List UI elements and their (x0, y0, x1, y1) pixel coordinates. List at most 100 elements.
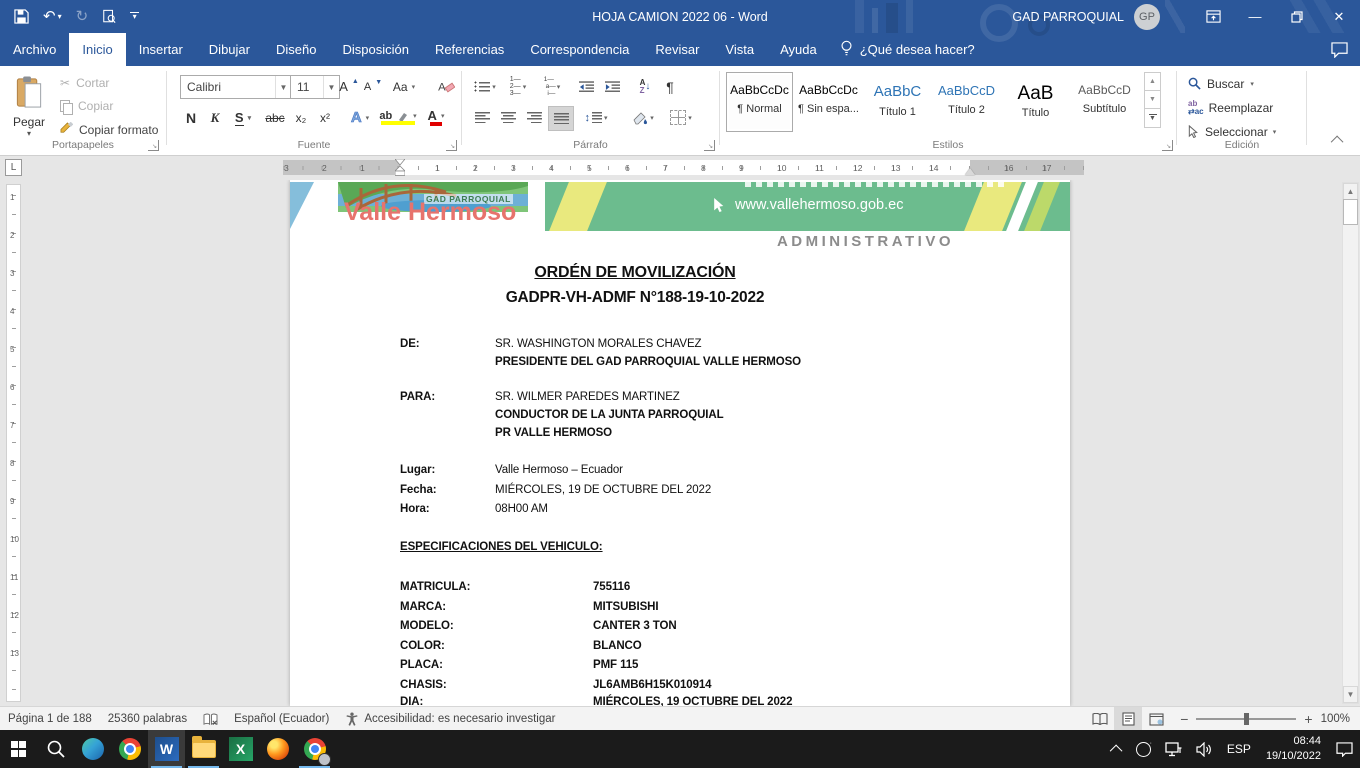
taskbar-search-button[interactable] (37, 730, 74, 768)
taskbar-firefox[interactable] (259, 730, 296, 768)
replace-button[interactable]: ab⇄ac Reemplazar (1188, 96, 1298, 119)
print-preview-icon[interactable] (102, 9, 116, 24)
underline-button[interactable]: S▾ (228, 106, 258, 129)
styles-dialog-launcher[interactable] (1162, 140, 1173, 151)
show-hidden-icons-button[interactable] (1106, 730, 1129, 768)
web-layout-button[interactable] (1142, 707, 1170, 731)
undo-icon[interactable]: ↶▾ (43, 9, 62, 24)
align-center-button[interactable] (496, 106, 520, 129)
tab-inicio[interactable]: Inicio (69, 33, 125, 66)
font-family-combo[interactable]: Calibri▼ (180, 75, 292, 99)
tab-correspondencia[interactable]: Correspondencia (517, 33, 642, 66)
paragraph-dialog-launcher[interactable] (704, 140, 715, 151)
shading-button[interactable]: ▾ (626, 106, 660, 129)
style-card-4[interactable]: AaBbCcDTítulo 2 (933, 72, 1000, 132)
font-family-caret[interactable]: ▼ (275, 76, 291, 98)
customize-qat-icon[interactable]: ▾ (130, 12, 139, 20)
taskbar-word[interactable]: W (148, 730, 185, 768)
highlight-color-button[interactable]: ab ▾ (380, 106, 416, 129)
font-color-button[interactable]: A▾ (420, 106, 452, 129)
vertical-scrollbar[interactable]: ▲ ▼ (1342, 182, 1359, 704)
superscript-button[interactable]: x² (314, 106, 336, 129)
sort-button[interactable]: AZ↓ (632, 75, 658, 98)
accessibility-status[interactable]: Accesibilidad: es necesario investigar (337, 707, 563, 731)
paste-dropdown-caret[interactable]: ▾ (27, 129, 31, 138)
undo-dropdown-caret[interactable]: ▾ (58, 13, 62, 21)
tab-stop-selector[interactable]: L (5, 159, 22, 176)
grow-font-button[interactable]: A▲ (338, 75, 360, 98)
align-right-button[interactable] (522, 106, 546, 129)
clipboard-dialog-launcher[interactable] (148, 140, 159, 151)
zoom-slider[interactable] (1196, 718, 1296, 720)
minimize-button[interactable]: — (1234, 0, 1276, 33)
tab-revisar[interactable]: Revisar (642, 33, 712, 66)
clear-formatting-button[interactable]: A (434, 75, 458, 98)
tab-diseno[interactable]: Diseño (263, 33, 329, 66)
print-layout-button[interactable] (1114, 707, 1142, 731)
tab-vista[interactable]: Vista (712, 33, 767, 66)
right-indent-marker[interactable] (965, 168, 975, 175)
text-effects-button[interactable]: A▾ (344, 106, 376, 129)
align-left-button[interactable] (470, 106, 494, 129)
shrink-font-button[interactable]: A▼ (362, 75, 384, 98)
style-card-6[interactable]: AaBbCcDSubtítulo (1071, 72, 1138, 132)
tab-referencias[interactable]: Referencias (422, 33, 517, 66)
taskbar-file-explorer[interactable] (185, 730, 222, 768)
collapse-ribbon-button[interactable] (1334, 134, 1343, 148)
account-name[interactable]: GAD PARROQUIAL (1012, 10, 1124, 24)
network-icon[interactable] (1158, 730, 1189, 768)
show-marks-button[interactable]: ¶ (658, 75, 682, 98)
taskbar-edge[interactable] (74, 730, 111, 768)
taskbar-chrome[interactable] (111, 730, 148, 768)
borders-button[interactable]: ▾ (664, 106, 698, 129)
font-size-combo[interactable]: 11▼ (290, 75, 340, 99)
font-size-caret[interactable]: ▼ (323, 76, 339, 98)
restore-button[interactable] (1276, 0, 1318, 33)
scrollbar-thumb[interactable] (1343, 199, 1358, 225)
action-center-button[interactable] (1329, 730, 1360, 768)
volume-icon[interactable] (1189, 730, 1220, 768)
language-switcher[interactable]: ESP (1220, 730, 1258, 768)
start-button[interactable] (0, 730, 37, 768)
tray-app-icon[interactable]: · (1129, 730, 1158, 768)
style-card-1[interactable]: AaBbCcDc¶ Normal (726, 72, 793, 132)
styles-scroll-up[interactable]: ▲ (1144, 72, 1161, 91)
taskbar-chrome-profile[interactable] (296, 730, 333, 768)
numbered-list-button[interactable]: 1—2—3—▾ (503, 75, 533, 98)
style-card-3[interactable]: AaBbCTítulo 1 (864, 72, 931, 132)
account-avatar[interactable]: GP (1134, 4, 1160, 30)
word-count[interactable]: 25360 palabras (100, 707, 195, 731)
scroll-up-arrow[interactable]: ▲ (1343, 183, 1358, 200)
styles-scroll-down[interactable]: ▼ (1144, 91, 1161, 109)
taskbar-excel[interactable]: X (222, 730, 259, 768)
close-button[interactable]: ✕ (1318, 0, 1360, 33)
paste-button[interactable]: Pegar ▾ (6, 70, 52, 148)
increase-indent-button[interactable] (600, 75, 624, 98)
style-card-5[interactable]: AaBTítulo (1002, 72, 1069, 132)
zoom-slider-thumb[interactable] (1244, 713, 1249, 725)
font-dialog-launcher[interactable] (446, 140, 457, 151)
justify-button[interactable] (548, 106, 574, 131)
read-mode-button[interactable] (1086, 707, 1114, 731)
taskbar-clock[interactable]: 08:44 19/10/2022 (1258, 734, 1329, 764)
format-painter-button[interactable]: Copiar formato (60, 122, 158, 138)
multilevel-list-button[interactable]: 1— a— i—▾ (536, 75, 568, 98)
tab-ayuda[interactable]: Ayuda (767, 33, 830, 66)
page-indicator[interactable]: Página 1 de 188 (0, 707, 100, 731)
save-icon[interactable] (14, 9, 29, 24)
zoom-in-button[interactable]: + (1304, 711, 1312, 727)
bullet-list-button[interactable]: ▾ (470, 75, 500, 98)
styles-more-button[interactable]: ▼ (1144, 109, 1161, 128)
italic-button[interactable]: K (204, 106, 226, 129)
style-card-2[interactable]: AaBbCcDc¶ Sin espa... (795, 72, 862, 132)
tab-dibujar[interactable]: Dibujar (196, 33, 263, 66)
indent-marker[interactable] (395, 159, 405, 176)
tab-insertar[interactable]: Insertar (126, 33, 196, 66)
line-spacing-button[interactable]: ↕▾ (580, 106, 612, 129)
zoom-level[interactable]: 100% (1321, 713, 1350, 725)
document-page[interactable]: GAD PARROQUIAL Valle Hermoso www.vallehe… (290, 180, 1070, 706)
scroll-down-arrow[interactable]: ▼ (1343, 686, 1358, 703)
tab-disposicion[interactable]: Disposición (329, 33, 421, 66)
decrease-indent-button[interactable] (574, 75, 598, 98)
ribbon-display-options-icon[interactable] (1192, 0, 1234, 33)
